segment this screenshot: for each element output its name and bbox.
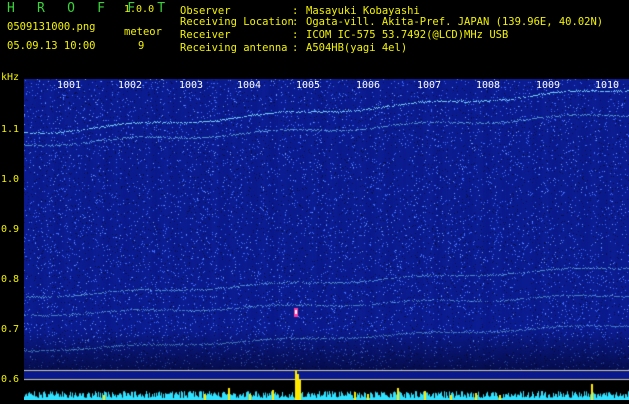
- x-tick-1003: 1003: [179, 80, 204, 91]
- app-version: 1.0.0: [124, 4, 155, 15]
- x-tick-1009: 1009: [536, 80, 561, 91]
- receiver-label: Receiver: [180, 29, 231, 41]
- spectrogram-canvas: [24, 79, 629, 400]
- header-panel: H R O F F T 1.0.0 0509131000.png 05.09.1…: [0, 0, 629, 78]
- location-label: Receiving Location: [180, 16, 294, 28]
- y-unit-label: kHz: [1, 72, 20, 83]
- x-tick-1006: 1006: [356, 80, 381, 91]
- y-tick-0.6: 0.6: [1, 374, 20, 385]
- meteor-label: meteor: [124, 26, 162, 38]
- antenna-colon: :: [292, 42, 299, 54]
- location-colon: :: [292, 16, 299, 28]
- receiver-value: ICOM IC-575 53.7492(@LCD)MHz USB: [306, 29, 509, 41]
- receiver-colon: :: [292, 29, 299, 41]
- x-tick-1004: 1004: [237, 80, 262, 91]
- x-tick-1005: 1005: [296, 80, 321, 91]
- location-value: Ogata-vill. Akita-Pref. JAPAN (139.96E, …: [306, 16, 604, 28]
- spectrogram-plot: 1001 1002 1003 1004 1005 1006 1007 1008 …: [24, 79, 629, 400]
- x-tick-1001: 1001: [57, 80, 82, 91]
- x-tick-1008: 1008: [476, 80, 501, 91]
- antenna-label: Receiving antenna: [180, 42, 288, 54]
- file-name: 0509131000.png: [7, 21, 96, 33]
- x-tick-1010: 1010: [595, 80, 620, 91]
- y-tick-0.9: 0.9: [1, 224, 20, 235]
- antenna-value: A504HB(yagi 4el): [306, 42, 408, 54]
- x-tick-1002: 1002: [118, 80, 143, 91]
- meteor-count: 9: [138, 40, 145, 52]
- x-tick-1007: 1007: [417, 80, 442, 91]
- y-tick-0.7: 0.7: [1, 324, 20, 335]
- y-tick-1.0: 1.0: [1, 174, 20, 185]
- y-tick-0.8: 0.8: [1, 274, 20, 285]
- date-time: 05.09.13 10:00: [7, 40, 96, 52]
- y-tick-1.1: 1.1: [1, 124, 20, 135]
